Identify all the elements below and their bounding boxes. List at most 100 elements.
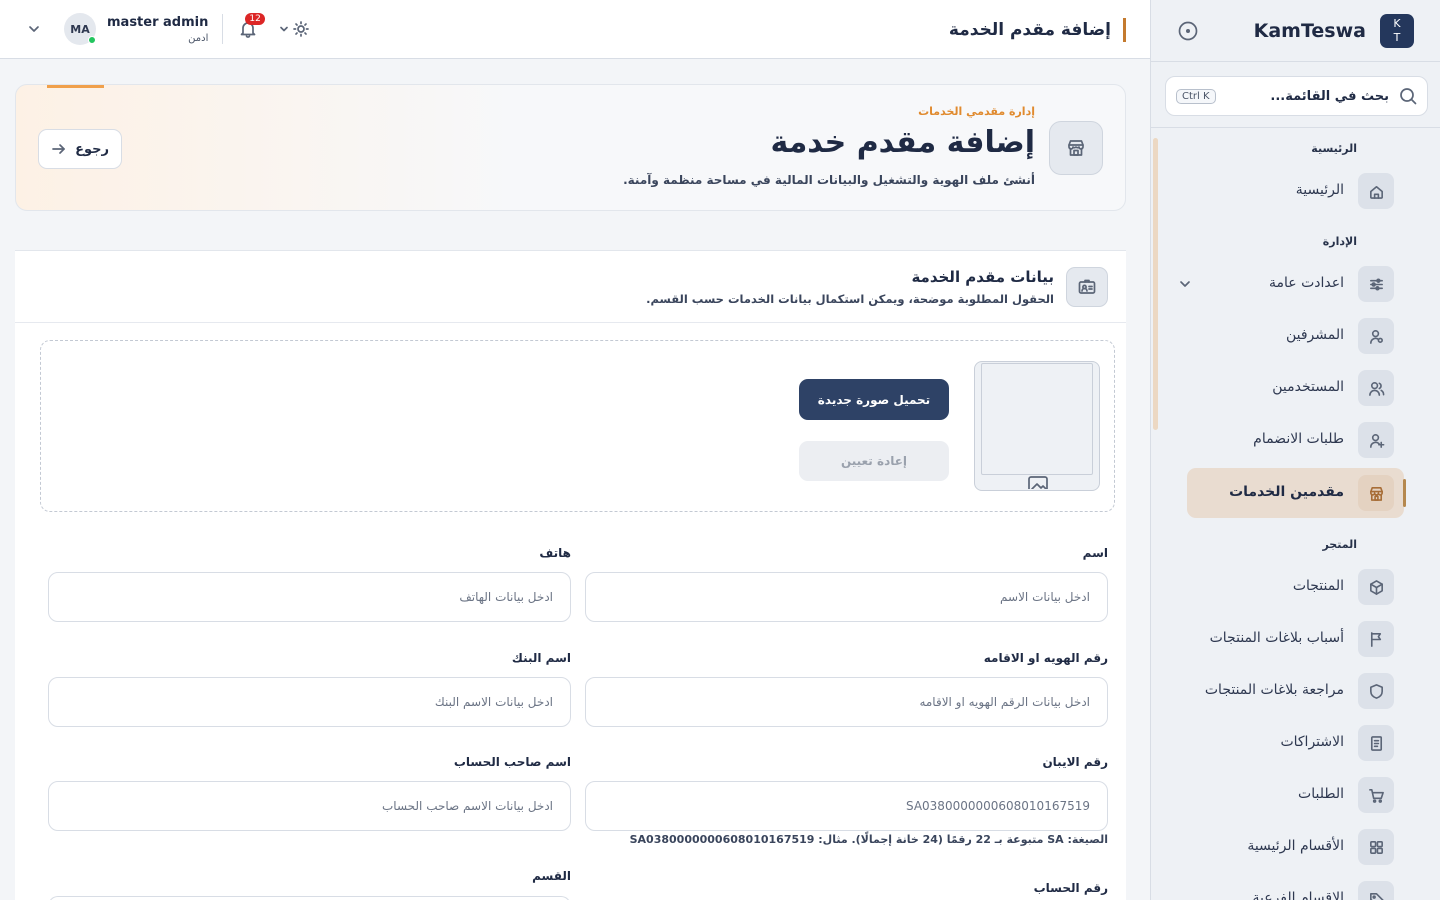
id-card-icon bbox=[1066, 267, 1108, 307]
search-icon bbox=[1399, 87, 1417, 105]
page-title: إضافة مقدم الخدمة bbox=[949, 18, 1126, 42]
user-info[interactable]: master admin ادمن bbox=[107, 15, 208, 44]
sidebar-item-flag[interactable]: أسباب بلاغات المنتجات bbox=[1187, 619, 1404, 659]
avatar-initials: MA bbox=[70, 22, 90, 36]
user-area: MA master admin ادمن 12 bbox=[28, 12, 310, 46]
sidebar-item-package[interactable]: المنتجات bbox=[1187, 567, 1404, 607]
hero-kicker: إدارة مقدمي الخدمات bbox=[918, 105, 1035, 118]
search-shortcut-badge: Ctrl K bbox=[1176, 88, 1216, 104]
provider-form-card: بيانات مقدم الخدمة الحقول المطلوبة موضحة… bbox=[15, 250, 1126, 900]
image-icon bbox=[1027, 475, 1049, 489]
hero-banner: إدارة مقدمي الخدمات إضافة مقدم خدمة أنشئ… bbox=[15, 84, 1126, 211]
sidebar-item-home[interactable]: الرئيسية bbox=[1187, 171, 1404, 211]
sidebar-item-label: مقدمين الخدمات bbox=[1229, 484, 1344, 500]
package-icon bbox=[1358, 569, 1394, 605]
sidebar-item-label: أسباب بلاغات المنتجات bbox=[1209, 630, 1344, 646]
sidebar-item-label: الطلبات bbox=[1298, 786, 1344, 802]
notifications-badge: 12 bbox=[245, 13, 265, 25]
reset-image-button[interactable]: إعادة تعيين bbox=[799, 441, 949, 481]
sliders-icon bbox=[1358, 266, 1394, 302]
id-number-input[interactable] bbox=[585, 677, 1108, 727]
sidebar-item-users[interactable]: المستخدمين bbox=[1187, 368, 1404, 408]
chevron-down-icon bbox=[279, 24, 289, 34]
sidebar-item-cart[interactable]: الطلبات bbox=[1187, 775, 1404, 815]
image-preview-frame bbox=[981, 363, 1093, 475]
sidebar-item-grid[interactable]: الأقسام الرئيسية bbox=[1187, 827, 1404, 867]
sidebar-header: K T KamTeswa bbox=[1151, 0, 1440, 62]
sidebar-item-user[interactable]: المشرفين bbox=[1187, 316, 1404, 356]
sidebar-item-label: الأقسام الرئيسية bbox=[1247, 838, 1344, 854]
back-button[interactable]: رجوع bbox=[38, 129, 122, 169]
user-plus-icon bbox=[1358, 422, 1394, 458]
sidebar-item-label: المشرفين bbox=[1285, 327, 1344, 343]
online-status-dot bbox=[88, 36, 96, 44]
sidebar-item-label: مراجعة بلاغات المنتجات bbox=[1204, 682, 1344, 698]
category-field: القسم bbox=[48, 869, 571, 900]
document-icon bbox=[1358, 725, 1394, 761]
sidebar-item-store[interactable]: مقدمين الخدمات bbox=[1187, 468, 1406, 518]
sidebar-item-label: المستخدمين bbox=[1272, 379, 1344, 395]
phone-input[interactable] bbox=[48, 572, 571, 622]
store-icon bbox=[1358, 475, 1394, 511]
sidebar-item-label: طلبات الانضمام bbox=[1253, 431, 1344, 447]
sidebar-item-sliders[interactable]: اعدادت عامة bbox=[1180, 264, 1404, 304]
grid-icon bbox=[1358, 829, 1394, 865]
sidebar-item-user-plus[interactable]: طلبات الانضمام bbox=[1187, 420, 1404, 460]
phone-field: هاتف bbox=[48, 546, 571, 622]
hero-title: إضافة مقدم خدمة bbox=[770, 125, 1035, 160]
hero-accent-bar bbox=[47, 85, 104, 88]
home-icon bbox=[1358, 173, 1394, 209]
image-preview bbox=[974, 361, 1100, 491]
logo[interactable]: K T KamTeswa bbox=[1254, 13, 1414, 48]
sidebar-item-label: المنتجات bbox=[1292, 578, 1344, 594]
sidebar-item-shield[interactable]: مراجعة بلاغات المنتجات bbox=[1187, 671, 1404, 711]
user-name: master admin bbox=[107, 14, 209, 30]
category-label: القسم bbox=[532, 869, 571, 883]
image-upload-area[interactable]: تحميل صورة جديدة إعادة تعيين bbox=[40, 340, 1115, 512]
theme-toggle[interactable] bbox=[279, 21, 310, 37]
logo-letter-t: T bbox=[1393, 30, 1401, 44]
store-icon bbox=[1049, 121, 1103, 175]
active-indicator bbox=[1403, 479, 1406, 507]
bank-name-field: اسم البنك bbox=[48, 651, 571, 727]
sidebar-search[interactable]: Ctrl K bbox=[1165, 76, 1428, 116]
sun-icon bbox=[293, 21, 310, 37]
shield-icon bbox=[1358, 673, 1394, 709]
hero-subtitle: أنشئ ملف الهوية والتشغيل والبيانات المال… bbox=[623, 173, 1035, 187]
account-number-field: رقم الحساب bbox=[585, 881, 1108, 900]
sidebar-item-tag[interactable]: الاقسام الفرعية bbox=[1187, 879, 1404, 900]
sidebar-item-label: الاشتراكات bbox=[1280, 734, 1344, 750]
sidebar: K T KamTeswa Ctrl K الرئيسية الرئيسية الإد… bbox=[1150, 0, 1440, 900]
avatar[interactable]: MA bbox=[64, 13, 96, 45]
holder-name-input[interactable] bbox=[48, 781, 571, 831]
id-number-label: رقم الهويه او الاقامه bbox=[983, 651, 1108, 665]
sidebar-section-title: الرئيسية bbox=[1311, 142, 1357, 155]
account-number-label: رقم الحساب bbox=[1033, 881, 1108, 895]
logo-badge: K T bbox=[1380, 13, 1414, 48]
notifications-button[interactable]: 12 bbox=[239, 13, 265, 38]
sidebar-search-input[interactable] bbox=[1215, 88, 1399, 104]
tag-icon bbox=[1358, 881, 1394, 900]
iban-label: رقم الايبان bbox=[1042, 755, 1108, 769]
sidebar-scrollbar[interactable] bbox=[1153, 138, 1158, 430]
topbar-divider bbox=[222, 14, 224, 44]
iban-input[interactable] bbox=[585, 781, 1108, 831]
sidebar-collapse-icon[interactable] bbox=[1177, 20, 1199, 42]
form-header: بيانات مقدم الخدمة الحقول المطلوبة موضحة… bbox=[15, 251, 1126, 323]
sidebar-item-document[interactable]: الاشتراكات bbox=[1187, 723, 1404, 763]
cart-icon bbox=[1358, 777, 1394, 813]
arrow-right-icon bbox=[51, 141, 67, 157]
category-select[interactable] bbox=[48, 895, 571, 900]
bank-name-input[interactable] bbox=[48, 677, 571, 727]
user-menu-chevron-icon[interactable] bbox=[28, 23, 40, 35]
sidebar-item-label: الرئيسية bbox=[1295, 182, 1344, 198]
phone-label: هاتف bbox=[539, 546, 571, 560]
sidebar-item-label: اعدادت عامة bbox=[1269, 275, 1344, 291]
id-number-field: رقم الهويه او الاقامه bbox=[585, 651, 1108, 727]
users-icon bbox=[1358, 370, 1394, 406]
name-input[interactable] bbox=[585, 572, 1108, 622]
upload-image-button[interactable]: تحميل صورة جديدة bbox=[799, 379, 949, 420]
sidebar-divider bbox=[1151, 127, 1440, 128]
topbar: إضافة مقدم الخدمة MA master admin ادمن 1… bbox=[0, 0, 1150, 59]
user-role: ادمن bbox=[188, 32, 209, 44]
